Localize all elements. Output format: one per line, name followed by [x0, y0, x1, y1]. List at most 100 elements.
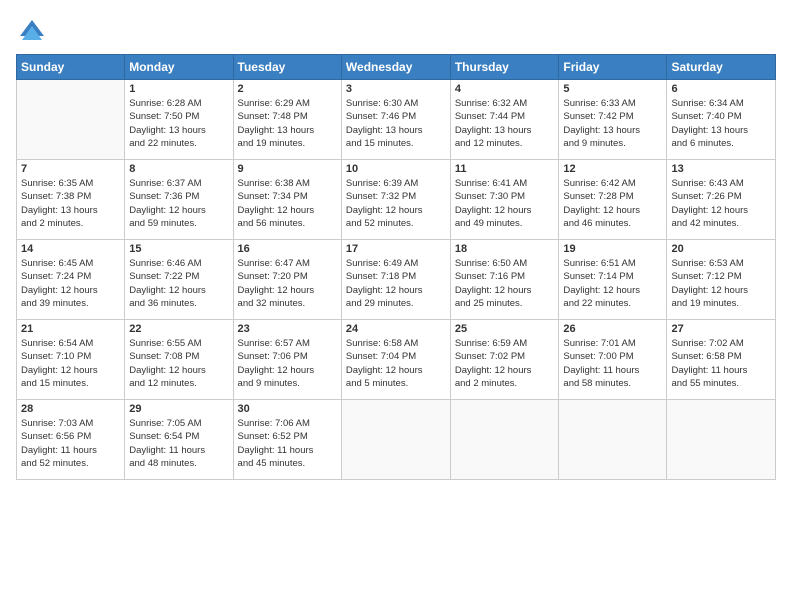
page: SundayMondayTuesdayWednesdayThursdayFrid…: [0, 0, 792, 612]
week-row-3: 21Sunrise: 6:54 AMSunset: 7:10 PMDayligh…: [17, 320, 776, 400]
cell-text: Sunrise: 7:05 AMSunset: 6:54 PMDaylight:…: [129, 417, 228, 470]
day-number: 1: [129, 83, 228, 95]
calendar-cell: [341, 400, 450, 480]
cell-text: Sunrise: 6:32 AMSunset: 7:44 PMDaylight:…: [455, 97, 555, 150]
cell-text: Sunrise: 7:06 AMSunset: 6:52 PMDaylight:…: [238, 417, 337, 470]
cell-text: Sunrise: 6:37 AMSunset: 7:36 PMDaylight:…: [129, 177, 228, 230]
day-number: 6: [671, 83, 771, 95]
cell-text: Sunrise: 6:28 AMSunset: 7:50 PMDaylight:…: [129, 97, 228, 150]
logo-icon: [16, 16, 48, 48]
cell-text: Sunrise: 7:02 AMSunset: 6:58 PMDaylight:…: [671, 337, 771, 390]
day-number: 28: [21, 403, 120, 415]
cell-text: Sunrise: 7:03 AMSunset: 6:56 PMDaylight:…: [21, 417, 120, 470]
header: [16, 12, 776, 48]
day-number: 2: [238, 83, 337, 95]
cell-text: Sunrise: 6:45 AMSunset: 7:24 PMDaylight:…: [21, 257, 120, 310]
day-number: 22: [129, 323, 228, 335]
calendar-cell: 11 Sunrise: 6:41 AMSunset: 7:30 PMDayligh…: [450, 160, 559, 240]
calendar-cell: 22Sunrise: 6:55 AMSunset: 7:08 PMDayligh…: [125, 320, 233, 400]
calendar-cell: 3Sunrise: 6:30 AMSunset: 7:46 PMDaylight…: [341, 80, 450, 160]
day-number: 21: [21, 323, 120, 335]
calendar-cell: 10 Sunrise: 6:39 AMSunset: 7:32 PMDayligh…: [341, 160, 450, 240]
calendar-cell: 2 Sunrise: 6:29 AMSunset: 7:48 PMDaylight…: [233, 80, 341, 160]
cell-text: Sunrise: 6:51 AMSunset: 7:14 PMDaylight:…: [563, 257, 662, 310]
calendar-cell: 1 Sunrise: 6:28 AMSunset: 7:50 PMDaylight…: [125, 80, 233, 160]
calendar-cell: 8 Sunrise: 6:37 AMSunset: 7:36 PMDaylight…: [125, 160, 233, 240]
day-number: 23: [238, 323, 337, 335]
cell-text: Sunrise: 6:33 AMSunset: 7:42 PMDaylight:…: [563, 97, 662, 150]
calendar-cell: 7 Sunrise: 6:35 AMSunset: 7:38 PMDaylight…: [17, 160, 125, 240]
calendar-cell: 21Sunrise: 6:54 AMSunset: 7:10 PMDayligh…: [17, 320, 125, 400]
week-row-4: 28 Sunrise: 7:03 AMSunset: 6:56 PMDayligh…: [17, 400, 776, 480]
day-number: 8: [129, 163, 228, 175]
day-number: 29: [129, 403, 228, 415]
calendar-cell: 14 Sunrise: 6:45 AMSunset: 7:24 PMDayligh…: [17, 240, 125, 320]
calendar-cell: 12Sunrise: 6:42 AMSunset: 7:28 PMDayligh…: [559, 160, 667, 240]
calendar-cell: 6 Sunrise: 6:34 AMSunset: 7:40 PMDaylight…: [667, 80, 776, 160]
header-wednesday: Wednesday: [341, 55, 450, 80]
day-number: 3: [346, 83, 446, 95]
calendar-cell: 15 Sunrise: 6:46 AMSunset: 7:22 PMDayligh…: [125, 240, 233, 320]
calendar-header-row: SundayMondayTuesdayWednesdayThursdayFrid…: [17, 55, 776, 80]
calendar-cell: 30 Sunrise: 7:06 AMSunset: 6:52 PMDayligh…: [233, 400, 341, 480]
day-number: 15: [129, 243, 228, 255]
calendar-cell: 20 Sunrise: 6:53 AMSunset: 7:12 PMDayligh…: [667, 240, 776, 320]
day-number: 5: [563, 83, 662, 95]
day-number: 25: [455, 323, 555, 335]
cell-text: Sunrise: 6:39 AMSunset: 7:32 PMDaylight:…: [346, 177, 446, 230]
calendar-cell: [667, 400, 776, 480]
calendar-cell: 29 Sunrise: 7:05 AMSunset: 6:54 PMDayligh…: [125, 400, 233, 480]
day-number: 7: [21, 163, 120, 175]
day-number: 4: [455, 83, 555, 95]
day-number: 14: [21, 243, 120, 255]
week-row-1: 7 Sunrise: 6:35 AMSunset: 7:38 PMDaylight…: [17, 160, 776, 240]
calendar-cell: 17 Sunrise: 6:49 AMSunset: 7:18 PMDayligh…: [341, 240, 450, 320]
day-number: 19: [563, 243, 662, 255]
calendar: SundayMondayTuesdayWednesdayThursdayFrid…: [16, 54, 776, 480]
cell-text: Sunrise: 6:29 AMSunset: 7:48 PMDaylight:…: [238, 97, 337, 150]
cell-text: Sunrise: 6:50 AMSunset: 7:16 PMDaylight:…: [455, 257, 555, 310]
calendar-cell: 16Sunrise: 6:47 AMSunset: 7:20 PMDayligh…: [233, 240, 341, 320]
week-row-0: 1 Sunrise: 6:28 AMSunset: 7:50 PMDaylight…: [17, 80, 776, 160]
day-number: 20: [671, 243, 771, 255]
cell-text: Sunrise: 6:41 AMSunset: 7:30 PMDaylight:…: [455, 177, 555, 230]
day-number: 16: [238, 243, 337, 255]
cell-text: Sunrise: 6:35 AMSunset: 7:38 PMDaylight:…: [21, 177, 120, 230]
header-monday: Monday: [125, 55, 233, 80]
calendar-cell: 9Sunrise: 6:38 AMSunset: 7:34 PMDaylight…: [233, 160, 341, 240]
cell-text: Sunrise: 6:43 AMSunset: 7:26 PMDaylight:…: [671, 177, 771, 230]
cell-text: Sunrise: 6:34 AMSunset: 7:40 PMDaylight:…: [671, 97, 771, 150]
calendar-cell: 24 Sunrise: 6:58 AMSunset: 7:04 PMDayligh…: [341, 320, 450, 400]
logo: [16, 16, 52, 48]
cell-text: Sunrise: 6:57 AMSunset: 7:06 PMDaylight:…: [238, 337, 337, 390]
cell-text: Sunrise: 6:46 AMSunset: 7:22 PMDaylight:…: [129, 257, 228, 310]
calendar-cell: 19 Sunrise: 6:51 AMSunset: 7:14 PMDayligh…: [559, 240, 667, 320]
day-number: 17: [346, 243, 446, 255]
header-tuesday: Tuesday: [233, 55, 341, 80]
calendar-cell: 27 Sunrise: 7:02 AMSunset: 6:58 PMDayligh…: [667, 320, 776, 400]
day-number: 13: [671, 163, 771, 175]
calendar-cell: [17, 80, 125, 160]
calendar-cell: 4 Sunrise: 6:32 AMSunset: 7:44 PMDaylight…: [450, 80, 559, 160]
header-sunday: Sunday: [17, 55, 125, 80]
day-number: 30: [238, 403, 337, 415]
calendar-cell: 26Sunrise: 7:01 AMSunset: 7:00 PMDayligh…: [559, 320, 667, 400]
day-number: 27: [671, 323, 771, 335]
cell-text: Sunrise: 6:49 AMSunset: 7:18 PMDaylight:…: [346, 257, 446, 310]
day-number: 18: [455, 243, 555, 255]
calendar-cell: 5 Sunrise: 6:33 AMSunset: 7:42 PMDaylight…: [559, 80, 667, 160]
cell-text: Sunrise: 6:38 AMSunset: 7:34 PMDaylight:…: [238, 177, 337, 230]
cell-text: Sunrise: 6:53 AMSunset: 7:12 PMDaylight:…: [671, 257, 771, 310]
day-number: 26: [563, 323, 662, 335]
calendar-cell: 28 Sunrise: 7:03 AMSunset: 6:56 PMDayligh…: [17, 400, 125, 480]
calendar-cell: 23 Sunrise: 6:57 AMSunset: 7:06 PMDayligh…: [233, 320, 341, 400]
calendar-cell: [450, 400, 559, 480]
calendar-cell: 25Sunrise: 6:59 AMSunset: 7:02 PMDayligh…: [450, 320, 559, 400]
calendar-cell: 18 Sunrise: 6:50 AMSunset: 7:16 PMDayligh…: [450, 240, 559, 320]
calendar-cell: 13 Sunrise: 6:43 AMSunset: 7:26 PMDayligh…: [667, 160, 776, 240]
cell-text: Sunrise: 6:58 AMSunset: 7:04 PMDaylight:…: [346, 337, 446, 390]
cell-text: Sunrise: 6:42 AMSunset: 7:28 PMDaylight:…: [563, 177, 662, 230]
day-number: 10: [346, 163, 446, 175]
day-number: 11: [455, 163, 555, 175]
day-number: 24: [346, 323, 446, 335]
